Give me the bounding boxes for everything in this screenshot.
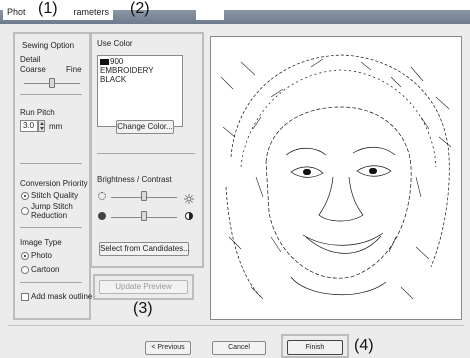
contrast-low-icon — [98, 212, 106, 220]
coarse-label: Coarse — [20, 65, 46, 74]
divider — [20, 282, 82, 283]
contrast-high-icon — [185, 212, 193, 220]
fine-label: Fine — [66, 65, 82, 74]
photo-radio[interactable] — [21, 252, 29, 260]
divider — [97, 153, 195, 154]
select-from-candidates-button[interactable]: Select from Candidates... — [99, 242, 190, 256]
divider — [20, 94, 82, 95]
image-type-label: Image Type — [20, 238, 62, 247]
color-swatch — [100, 59, 109, 65]
window-title-right: rameters — [73, 7, 110, 17]
detail-slider-thumb[interactable] — [49, 78, 55, 88]
brightness-contrast-label: Brightness / Contrast — [97, 175, 172, 184]
run-pitch-unit: mm — [49, 122, 63, 131]
jump-stitch-radio[interactable] — [21, 207, 29, 215]
sewing-option-panel: Sewing Option Detail Coarse Fine Run Pit… — [16, 35, 92, 317]
brightness-high-icon — [184, 191, 194, 204]
add-mask-checkbox[interactable] — [21, 293, 29, 301]
jump-stitch-label-2: Reduction — [31, 211, 68, 220]
brightness-slider-thumb[interactable] — [141, 191, 147, 201]
preview-image-sketch — [220, 54, 452, 300]
run-pitch-input[interactable]: 3.0 — [20, 120, 38, 132]
cancel-button[interactable]: Cancel — [212, 341, 266, 355]
spin-down-icon[interactable] — [40, 127, 44, 130]
callout-2: (2) — [130, 0, 150, 17]
callout-1: (1) — [38, 0, 58, 17]
divider — [20, 163, 82, 164]
contrast-slider-thumb[interactable] — [141, 211, 147, 221]
photo-label: Photo — [31, 251, 52, 260]
divider — [20, 227, 82, 228]
color-list[interactable]: 900 EMBROIDERY BLACK — [97, 55, 183, 127]
title-gap — [196, 4, 224, 20]
stitch-quality-label: Stitch Quality — [31, 191, 79, 200]
use-color-label: Use Color — [97, 39, 133, 48]
conversion-priority-label: Conversion Priority — [20, 179, 88, 188]
stitch-quality-radio[interactable] — [21, 192, 29, 200]
add-mask-label: Add mask outline — [31, 292, 93, 301]
detail-label: Detail — [20, 55, 41, 64]
run-pitch-value: 3.0 — [23, 121, 35, 130]
brightness-low-icon — [98, 192, 106, 200]
previous-button[interactable]: < Previous — [145, 341, 191, 355]
color-list-item[interactable]: BLACK — [100, 75, 126, 85]
run-pitch-spinner[interactable] — [38, 120, 45, 132]
window-title: Phot rameters — [3, 4, 114, 20]
change-color-button[interactable]: Change Color... — [116, 120, 174, 134]
window-title-left: Phot — [7, 7, 26, 17]
cartoon-label: Cartoon — [31, 265, 60, 274]
spin-up-icon[interactable] — [40, 122, 44, 125]
cartoon-radio[interactable] — [21, 266, 29, 274]
divider — [8, 325, 464, 326]
finish-button[interactable]: Finish — [287, 340, 343, 355]
update-preview-button[interactable]: Update Preview — [99, 280, 188, 294]
callout-4: (4) — [354, 337, 374, 354]
preview-image — [210, 36, 462, 320]
sewing-option-label: Sewing Option — [22, 41, 75, 50]
run-pitch-label: Run Pitch — [20, 108, 55, 117]
callout-3: (3) — [133, 300, 153, 317]
use-color-panel: Use Color 900 EMBROIDERY BLACK Change Co… — [93, 35, 201, 265]
